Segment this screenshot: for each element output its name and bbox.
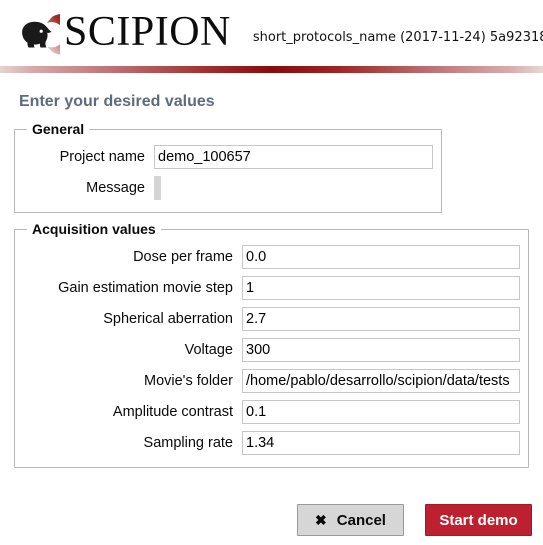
label-project-name: Project name xyxy=(59,149,145,165)
acquisition-legend: Acquisition values xyxy=(32,221,156,237)
field-row-sampling-rate: Sampling rate xyxy=(23,431,520,455)
project-name-input[interactable] xyxy=(154,145,433,169)
label-sampling-rate: Sampling rate xyxy=(143,435,233,451)
field-row-project-name: Project name xyxy=(23,145,433,169)
header-accent-rule xyxy=(0,66,543,73)
message-field-stub[interactable] xyxy=(154,176,161,200)
project-meta-label: short_protocols_name (2017-11-24) 5a9231… xyxy=(252,29,543,45)
label-message: Message xyxy=(86,180,145,196)
label-voltage: Voltage xyxy=(184,342,233,358)
cancel-button[interactable]: ✖ Cancel xyxy=(297,504,404,536)
start-demo-button[interactable]: Start demo xyxy=(425,504,532,536)
form-content: Enter your desired values General Projec… xyxy=(0,93,543,468)
movies-folder-input[interactable] xyxy=(242,369,520,393)
field-row-voltage: Voltage xyxy=(23,338,520,362)
field-row-spherical-aberration: Spherical aberration xyxy=(23,307,520,331)
sampling-rate-input[interactable] xyxy=(242,431,520,455)
page-title: Enter your desired values xyxy=(19,93,215,110)
field-row-gain-estimation-movie-step: Gain estimation movie step xyxy=(23,276,520,300)
dose-per-frame-input[interactable] xyxy=(242,245,520,269)
label-gain-estimation-movie-step: Gain estimation movie step xyxy=(58,280,233,296)
gain-estimation-movie-step-input[interactable] xyxy=(242,276,520,300)
start-demo-button-label: Start demo xyxy=(439,511,518,529)
spherical-aberration-input[interactable] xyxy=(242,307,520,331)
label-dose-per-frame: Dose per frame xyxy=(133,249,233,265)
label-spherical-aberration: Spherical aberration xyxy=(103,311,233,327)
cancel-button-label: Cancel xyxy=(336,511,386,529)
brand-wordmark: SCIPION xyxy=(64,9,231,55)
voltage-input[interactable] xyxy=(242,338,520,362)
field-row-movies-folder: Movie's folder xyxy=(23,369,520,393)
acquisition-fieldset: Acquisition values Dose per frame Gain e… xyxy=(14,221,529,468)
field-row-amplitude-contrast: Amplitude contrast xyxy=(23,400,520,424)
scipion-logo-icon xyxy=(8,8,60,60)
app-header: SCIPION short_protocols_name (2017-11-24… xyxy=(0,0,543,66)
amplitude-contrast-input[interactable] xyxy=(242,400,520,424)
close-x-icon: ✖ xyxy=(315,512,327,528)
label-amplitude-contrast: Amplitude contrast xyxy=(112,404,233,420)
general-legend: General xyxy=(32,121,85,137)
general-fieldset: General Project name Message xyxy=(14,121,442,213)
field-row-message: Message xyxy=(23,176,433,200)
label-movies-folder: Movie's folder xyxy=(144,373,233,389)
field-row-dose-per-frame: Dose per frame xyxy=(23,245,520,269)
dialog-button-bar: ✖ Cancel Start demo xyxy=(0,504,543,536)
